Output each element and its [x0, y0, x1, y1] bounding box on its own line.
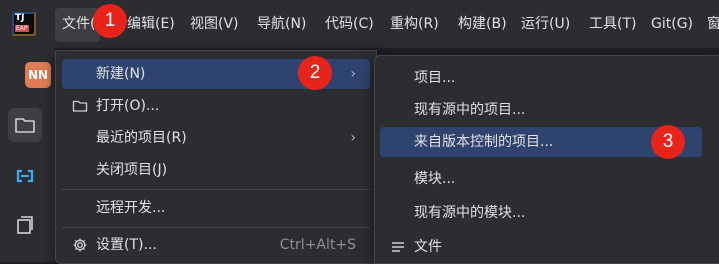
- new-file-label: 文件: [414, 239, 442, 255]
- file-menu-settings[interactable]: 设置(T)... Ctrl+Alt+S: [62, 230, 370, 260]
- new-module-label: 模块...: [414, 171, 456, 187]
- new-submenu: 项目... 现有源中的项目... 来自版本控制的项目... 模块... 现有源中…: [374, 55, 719, 264]
- project-folder-icon[interactable]: [8, 108, 42, 142]
- file-menu-remote[interactable]: 远程开发...: [62, 193, 370, 223]
- menu-separator: [62, 227, 370, 228]
- logo-sub-text: EAP: [15, 25, 29, 32]
- menu-separator: [62, 189, 370, 190]
- step-badge-1: 1: [93, 4, 127, 38]
- submenu-arrow-icon: ›: [350, 130, 356, 146]
- new-module[interactable]: 模块...: [380, 164, 702, 194]
- text-file-icon: [390, 239, 406, 255]
- link-icon[interactable]: [8, 159, 42, 193]
- copy-icon[interactable]: [8, 208, 42, 242]
- new-project-from-vcs-label: 来自版本控制的项目...: [414, 134, 554, 150]
- file-menu-open[interactable]: 打开(O)...: [62, 91, 370, 121]
- file-menu-remote-label: 远程开发...: [96, 200, 166, 216]
- step-badge-2: 2: [298, 56, 332, 90]
- file-menu-recent-label: 最近的项目(R): [96, 130, 187, 146]
- new-project[interactable]: 项目...: [380, 63, 702, 93]
- gear-icon: [72, 237, 88, 253]
- menu-code[interactable]: 代码(C): [325, 14, 374, 34]
- new-module-from-existing-label: 现有源中的模块...: [414, 205, 526, 221]
- file-menu-close[interactable]: 关闭项目(J): [62, 155, 370, 185]
- menu-build[interactable]: 构建(B): [458, 14, 507, 34]
- menu-navigate[interactable]: 导航(N): [257, 14, 306, 34]
- logo-text: TJ: [15, 13, 25, 23]
- menu-refactor[interactable]: 重构(R): [390, 14, 439, 34]
- step-badge-3: 3: [651, 125, 685, 159]
- project-avatar[interactable]: NN: [25, 62, 51, 88]
- menu-edit[interactable]: 编辑(E): [127, 14, 175, 34]
- app-logo[interactable]: TJ EAP: [12, 12, 36, 36]
- folder-icon: [72, 98, 88, 114]
- menu-tools[interactable]: 工具(T): [589, 14, 636, 34]
- new-project-label: 项目...: [414, 70, 456, 86]
- menu-run[interactable]: 运行(U): [521, 14, 570, 34]
- file-menu-recent[interactable]: 最近的项目(R) ›: [62, 123, 370, 153]
- file-menu-close-label: 关闭项目(J): [96, 162, 168, 178]
- file-menu-open-label: 打开(O)...: [96, 98, 160, 114]
- new-file[interactable]: 文件: [380, 232, 702, 262]
- new-project-from-existing-label: 现有源中的项目...: [414, 102, 526, 118]
- menu-window[interactable]: 窗: [707, 14, 719, 34]
- menu-view[interactable]: 视图(V): [190, 14, 239, 34]
- new-module-from-existing[interactable]: 现有源中的模块...: [380, 198, 702, 228]
- menu-git[interactable]: Git(G): [651, 14, 693, 34]
- file-menu-settings-label: 设置(T)...: [96, 237, 157, 253]
- new-project-from-existing[interactable]: 现有源中的项目...: [380, 95, 702, 125]
- file-menu-new-label: 新建(N): [96, 66, 146, 82]
- submenu-arrow-icon: ›: [350, 66, 356, 82]
- settings-shortcut: Ctrl+Alt+S: [279, 237, 356, 253]
